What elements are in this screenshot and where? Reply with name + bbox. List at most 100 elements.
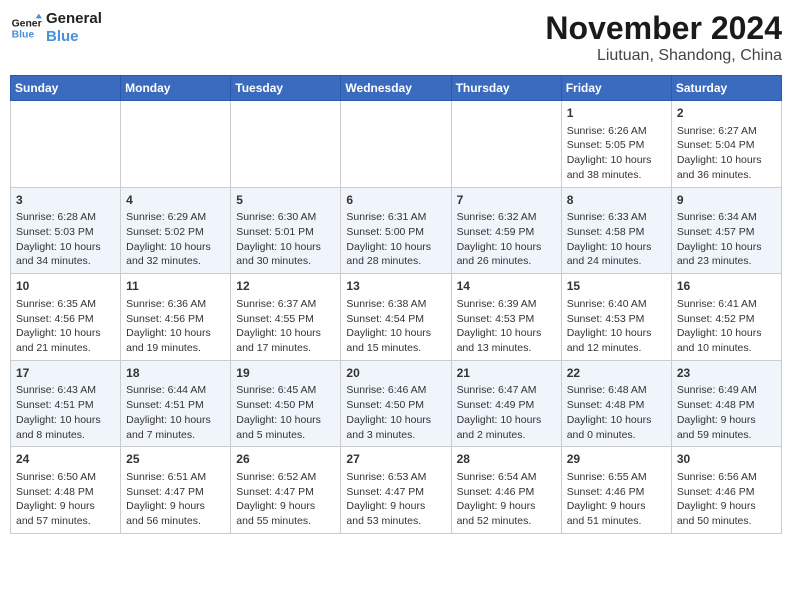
day-number: 27 [346, 451, 445, 468]
day-info: Sunrise: 6:28 AM Sunset: 5:03 PM Dayligh… [16, 210, 115, 269]
day-info: Sunrise: 6:33 AM Sunset: 4:58 PM Dayligh… [567, 210, 666, 269]
day-number: 10 [16, 278, 115, 295]
day-number: 19 [236, 365, 335, 382]
day-info: Sunrise: 6:34 AM Sunset: 4:57 PM Dayligh… [677, 210, 776, 269]
calendar-cell: 5Sunrise: 6:30 AM Sunset: 5:01 PM Daylig… [231, 187, 341, 274]
day-number: 21 [457, 365, 556, 382]
calendar-cell: 14 Sunrise: 6:39 AM Sunset: 4:53 PM Dayli… [451, 274, 561, 361]
day-number: 24 [16, 451, 115, 468]
calendar-cell: 2 Sunrise: 6:27 AM Sunset: 5:04 PM Daylig… [671, 101, 781, 188]
calendar-cell: 12 Sunrise: 6:37 AM Sunset: 4:55 PM Dayli… [231, 274, 341, 361]
month-title: November 2024 [545, 10, 782, 47]
calendar-cell [11, 101, 121, 188]
day-info: Sunrise: 6:47 AM Sunset: 4:49 PM Dayligh… [457, 383, 556, 442]
calendar-cell: 20Sunrise: 6:46 AM Sunset: 4:50 PM Dayli… [341, 360, 451, 447]
weekday-header-row: SundayMondayTuesdayWednesdayThursdayFrid… [11, 76, 782, 101]
calendar-cell: 28Sunrise: 6:54 AM Sunset: 4:46 PM Dayli… [451, 447, 561, 534]
day-info: Sunrise: 6:40 AM Sunset: 4:53 PM Dayligh… [567, 297, 666, 356]
day-number: 30 [677, 451, 776, 468]
day-info: Sunrise: 6:53 AM Sunset: 4:47 PM Dayligh… [346, 470, 445, 529]
weekday-header-monday: Monday [121, 76, 231, 101]
day-info: Sunrise: 6:35 AM Sunset: 4:56 PM Dayligh… [16, 297, 115, 356]
day-number: 18 [126, 365, 225, 382]
day-info: Sunrise: 6:39 AM Sunset: 4:53 PM Dayligh… [457, 297, 556, 356]
day-number: 2 [677, 105, 776, 122]
day-number: 23 [677, 365, 776, 382]
logo-icon: General Blue [10, 12, 42, 44]
weekday-header-friday: Friday [561, 76, 671, 101]
day-number: 12 [236, 278, 335, 295]
day-number: 1 [567, 105, 666, 122]
day-info: Sunrise: 6:44 AM Sunset: 4:51 PM Dayligh… [126, 383, 225, 442]
calendar-cell: 24Sunrise: 6:50 AM Sunset: 4:48 PM Dayli… [11, 447, 121, 534]
day-info: Sunrise: 6:26 AM Sunset: 5:05 PM Dayligh… [567, 124, 666, 183]
calendar-cell: 23Sunrise: 6:49 AM Sunset: 4:48 PM Dayli… [671, 360, 781, 447]
weekday-header-thursday: Thursday [451, 76, 561, 101]
day-info: Sunrise: 6:32 AM Sunset: 4:59 PM Dayligh… [457, 210, 556, 269]
calendar-week-2: 3Sunrise: 6:28 AM Sunset: 5:03 PM Daylig… [11, 187, 782, 274]
calendar-cell: 22Sunrise: 6:48 AM Sunset: 4:48 PM Dayli… [561, 360, 671, 447]
day-number: 22 [567, 365, 666, 382]
calendar-week-5: 24Sunrise: 6:50 AM Sunset: 4:48 PM Dayli… [11, 447, 782, 534]
day-number: 13 [346, 278, 445, 295]
calendar-cell: 18Sunrise: 6:44 AM Sunset: 4:51 PM Dayli… [121, 360, 231, 447]
calendar-cell: 10 Sunrise: 6:35 AM Sunset: 4:56 PM Dayli… [11, 274, 121, 361]
page-header: General Blue General Blue November 2024 … [10, 10, 782, 65]
day-number: 9 [677, 192, 776, 209]
day-number: 16 [677, 278, 776, 295]
calendar-cell [451, 101, 561, 188]
day-info: Sunrise: 6:38 AM Sunset: 4:54 PM Dayligh… [346, 297, 445, 356]
logo: General Blue General Blue [10, 10, 102, 46]
svg-text:General: General [12, 18, 42, 29]
day-info: Sunrise: 6:45 AM Sunset: 4:50 PM Dayligh… [236, 383, 335, 442]
logo-line2: Blue [46, 28, 102, 46]
weekday-header-sunday: Sunday [11, 76, 121, 101]
day-number: 17 [16, 365, 115, 382]
day-info: Sunrise: 6:27 AM Sunset: 5:04 PM Dayligh… [677, 124, 776, 183]
day-number: 8 [567, 192, 666, 209]
calendar-cell: 7Sunrise: 6:32 AM Sunset: 4:59 PM Daylig… [451, 187, 561, 274]
calendar-cell: 8Sunrise: 6:33 AM Sunset: 4:58 PM Daylig… [561, 187, 671, 274]
calendar-cell [341, 101, 451, 188]
weekday-header-saturday: Saturday [671, 76, 781, 101]
calendar-cell: 4Sunrise: 6:29 AM Sunset: 5:02 PM Daylig… [121, 187, 231, 274]
calendar-week-3: 10 Sunrise: 6:35 AM Sunset: 4:56 PM Dayli… [11, 274, 782, 361]
weekday-header-tuesday: Tuesday [231, 76, 341, 101]
calendar-cell: 21Sunrise: 6:47 AM Sunset: 4:49 PM Dayli… [451, 360, 561, 447]
calendar-week-4: 17Sunrise: 6:43 AM Sunset: 4:51 PM Dayli… [11, 360, 782, 447]
day-number: 15 [567, 278, 666, 295]
day-info: Sunrise: 6:52 AM Sunset: 4:47 PM Dayligh… [236, 470, 335, 529]
calendar-cell: 29Sunrise: 6:55 AM Sunset: 4:46 PM Dayli… [561, 447, 671, 534]
title-block: November 2024 Liutuan, Shandong, China [545, 10, 782, 65]
day-number: 14 [457, 278, 556, 295]
calendar-cell: 26Sunrise: 6:52 AM Sunset: 4:47 PM Dayli… [231, 447, 341, 534]
day-number: 5 [236, 192, 335, 209]
calendar-table: SundayMondayTuesdayWednesdayThursdayFrid… [10, 75, 782, 534]
calendar-cell: 27 Sunrise: 6:53 AM Sunset: 4:47 PM Dayli… [341, 447, 451, 534]
day-number: 20 [346, 365, 445, 382]
day-number: 4 [126, 192, 225, 209]
calendar-cell: 25Sunrise: 6:51 AM Sunset: 4:47 PM Dayli… [121, 447, 231, 534]
day-number: 6 [346, 192, 445, 209]
day-number: 25 [126, 451, 225, 468]
calendar-cell: 9Sunrise: 6:34 AM Sunset: 4:57 PM Daylig… [671, 187, 781, 274]
calendar-cell: 16Sunrise: 6:41 AM Sunset: 4:52 PM Dayli… [671, 274, 781, 361]
day-info: Sunrise: 6:31 AM Sunset: 5:00 PM Dayligh… [346, 210, 445, 269]
day-info: Sunrise: 6:29 AM Sunset: 5:02 PM Dayligh… [126, 210, 225, 269]
day-number: 28 [457, 451, 556, 468]
day-number: 29 [567, 451, 666, 468]
day-info: Sunrise: 6:56 AM Sunset: 4:46 PM Dayligh… [677, 470, 776, 529]
calendar-cell: 6Sunrise: 6:31 AM Sunset: 5:00 PM Daylig… [341, 187, 451, 274]
calendar-cell: 15 Sunrise: 6:40 AM Sunset: 4:53 PM Dayli… [561, 274, 671, 361]
location-title: Liutuan, Shandong, China [545, 47, 782, 65]
day-info: Sunrise: 6:46 AM Sunset: 4:50 PM Dayligh… [346, 383, 445, 442]
day-number: 3 [16, 192, 115, 209]
day-info: Sunrise: 6:43 AM Sunset: 4:51 PM Dayligh… [16, 383, 115, 442]
day-info: Sunrise: 6:37 AM Sunset: 4:55 PM Dayligh… [236, 297, 335, 356]
calendar-cell: 1 Sunrise: 6:26 AM Sunset: 5:05 PM Daylig… [561, 101, 671, 188]
calendar-cell: 3Sunrise: 6:28 AM Sunset: 5:03 PM Daylig… [11, 187, 121, 274]
calendar-cell: 17Sunrise: 6:43 AM Sunset: 4:51 PM Dayli… [11, 360, 121, 447]
calendar-cell: 19Sunrise: 6:45 AM Sunset: 4:50 PM Dayli… [231, 360, 341, 447]
day-number: 7 [457, 192, 556, 209]
day-info: Sunrise: 6:30 AM Sunset: 5:01 PM Dayligh… [236, 210, 335, 269]
